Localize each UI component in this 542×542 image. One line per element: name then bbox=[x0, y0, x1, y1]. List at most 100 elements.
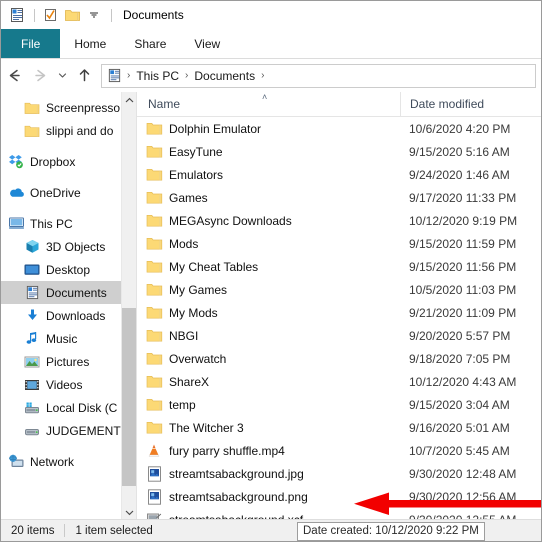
sidebar-item-this-pc[interactable]: This PC bbox=[1, 212, 136, 235]
table-row[interactable]: Mods 9/15/2020 11:59 PM bbox=[137, 232, 541, 255]
tab-share[interactable]: Share bbox=[120, 29, 180, 58]
table-row[interactable]: streamtsabackground.jpg 9/30/2020 12:48 A… bbox=[137, 462, 541, 485]
table-row[interactable]: temp 9/15/2020 3:04 AM bbox=[137, 393, 541, 416]
file-name-label: Mods bbox=[169, 236, 199, 251]
tab-home[interactable]: Home bbox=[60, 29, 120, 58]
sidebar-item-onedrive[interactable]: OneDrive bbox=[1, 181, 136, 204]
customize-chevron-icon[interactable] bbox=[84, 5, 104, 25]
up-arrow-icon[interactable] bbox=[71, 63, 97, 89]
file-name-label: Games bbox=[169, 190, 208, 205]
sidebar-item-desktop[interactable]: Desktop bbox=[1, 258, 136, 281]
column-header-date-modified[interactable]: Date modified bbox=[400, 92, 541, 117]
file-date-cell: 10/6/2020 4:20 PM bbox=[409, 121, 511, 136]
videos-icon bbox=[23, 377, 41, 393]
file-rows: Dolphin Emulator 10/6/2020 4:20 PM EasyTun… bbox=[137, 117, 541, 520]
sort-ascending-icon: ˄ bbox=[262, 92, 268, 102]
file-name-cell: streamtsabackground.png bbox=[137, 488, 400, 505]
table-row[interactable]: NBGI 9/20/2020 5:57 PM bbox=[137, 324, 541, 347]
sidebar-item-3d-objects[interactable]: 3D Objects bbox=[1, 235, 136, 258]
recent-locations-chevron-icon[interactable] bbox=[53, 63, 71, 89]
column-header-name-label: Name bbox=[148, 97, 181, 111]
sidebar-item-judgement[interactable]: JUDGEMENT bbox=[1, 419, 136, 442]
breadcrumb-separator-1[interactable]: › bbox=[182, 70, 191, 81]
file-date-cell: 9/15/2020 3:04 AM bbox=[409, 397, 510, 412]
table-row[interactable]: EasyTune 9/15/2020 5:16 AM bbox=[137, 140, 541, 163]
table-row[interactable]: My Cheat Tables 9/15/2020 11:56 PM bbox=[137, 255, 541, 278]
folder-icon bbox=[23, 100, 41, 116]
table-row[interactable]: fury parry shuffle.mp4 10/7/2020 5:45 AM bbox=[137, 439, 541, 462]
table-row[interactable]: Games 9/17/2020 11:33 PM bbox=[137, 186, 541, 209]
folder-icon bbox=[144, 281, 164, 298]
folder-icon bbox=[144, 166, 164, 183]
documents-icon[interactable] bbox=[7, 5, 27, 25]
file-name-cell: Emulators bbox=[137, 166, 400, 183]
file-date-cell: 9/15/2020 11:56 PM bbox=[409, 259, 517, 274]
breadcrumb-documents[interactable]: Documents bbox=[191, 69, 258, 83]
network-icon bbox=[7, 454, 25, 470]
downloads-icon bbox=[23, 308, 41, 324]
sidebar-item-network[interactable]: Network bbox=[1, 450, 136, 473]
sidebar-item-dropbox[interactable]: Dropbox bbox=[1, 150, 136, 173]
sidebar-label: Dropbox bbox=[30, 154, 76, 169]
folder-icon bbox=[144, 350, 164, 367]
table-row[interactable]: The Witcher 3 9/16/2020 5:01 AM bbox=[137, 416, 541, 439]
column-header-name[interactable]: Name ˄ bbox=[137, 92, 400, 117]
properties-icon[interactable] bbox=[40, 5, 60, 25]
breadcrumb-separator-0[interactable]: › bbox=[124, 70, 133, 81]
table-row[interactable]: Dolphin Emulator 10/6/2020 4:20 PM bbox=[137, 117, 541, 140]
file-name-cell: Mods bbox=[137, 235, 400, 252]
sidebar-label: Music bbox=[46, 331, 78, 346]
breadcrumb-separator-2[interactable]: › bbox=[258, 70, 267, 81]
file-name-cell: Games bbox=[137, 189, 400, 206]
pictures-icon bbox=[23, 354, 41, 370]
table-row[interactable]: Emulators 9/24/2020 1:46 AM bbox=[137, 163, 541, 186]
toolbar-divider-2 bbox=[111, 8, 112, 22]
table-row[interactable]: MEGAsync Downloads 10/12/2020 9:19 PM bbox=[137, 209, 541, 232]
sidebar-item-videos[interactable]: Videos bbox=[1, 373, 136, 396]
title-bar: Documents bbox=[1, 1, 541, 29]
scrollbar-thumb[interactable] bbox=[122, 308, 136, 486]
address-documents-icon bbox=[107, 68, 122, 83]
scroll-down-arrow-icon[interactable] bbox=[122, 504, 136, 520]
sidebar-item-slippi-and-do[interactable]: slippi and do bbox=[1, 119, 136, 142]
new-folder-icon[interactable] bbox=[62, 5, 82, 25]
file-date-cell: 9/30/2020 12:48 AM bbox=[409, 466, 517, 481]
column-header-date-label: Date modified bbox=[410, 97, 485, 111]
file-name-label: My Mods bbox=[169, 305, 218, 320]
sidebar-item-downloads[interactable]: Downloads bbox=[1, 304, 136, 327]
back-arrow-icon[interactable] bbox=[1, 63, 27, 89]
tab-file[interactable]: File bbox=[1, 29, 61, 58]
table-row[interactable]: My Games 10/5/2020 11:03 PM bbox=[137, 278, 541, 301]
breadcrumb-this-pc[interactable]: This PC bbox=[133, 69, 182, 83]
documents-icon bbox=[23, 285, 41, 301]
forward-arrow-icon[interactable] bbox=[27, 63, 53, 89]
table-row[interactable]: streamtsabackground.png 9/30/2020 12:56 A… bbox=[137, 485, 541, 508]
sidebar-label: JUDGEMENT bbox=[46, 423, 121, 438]
sidebar-label: Pictures bbox=[46, 354, 90, 369]
file-date-cell: 9/15/2020 11:59 PM bbox=[409, 236, 517, 251]
ribbon-tabs: File Home Share View bbox=[1, 29, 541, 59]
vlc-video-icon bbox=[144, 442, 164, 459]
file-date-cell: 10/12/2020 4:43 AM bbox=[409, 374, 517, 389]
date-created-tooltip: Date created: 10/12/2020 9:22 PM bbox=[297, 522, 485, 541]
sidebar-item-local-disk[interactable]: Local Disk (C bbox=[1, 396, 136, 419]
sidebar-item-music[interactable]: Music bbox=[1, 327, 136, 350]
sidebar-scrollbar[interactable] bbox=[121, 92, 136, 520]
sidebar-item-screenpresso[interactable]: Screenpresso bbox=[1, 96, 136, 119]
file-name-cell: My Mods bbox=[137, 304, 400, 321]
tab-view[interactable]: View bbox=[180, 29, 234, 58]
table-row[interactable]: Overwatch 9/18/2020 7:05 PM bbox=[137, 347, 541, 370]
navigation-pane: Screenpresso slippi and do Dropbox OneDr… bbox=[1, 92, 137, 520]
sidebar-item-pictures[interactable]: Pictures bbox=[1, 350, 136, 373]
sidebar-item-documents[interactable]: Documents bbox=[1, 281, 136, 304]
3d-objects-icon bbox=[23, 239, 41, 255]
file-name-cell: ShareX bbox=[137, 373, 400, 390]
table-row[interactable]: ShareX 10/12/2020 4:43 AM bbox=[137, 370, 541, 393]
table-row[interactable]: My Mods 9/21/2020 11:09 PM bbox=[137, 301, 541, 324]
this-pc-icon bbox=[7, 216, 25, 232]
sidebar-label: 3D Objects bbox=[46, 239, 106, 254]
address-bar[interactable]: › This PC › Documents › bbox=[101, 63, 536, 88]
scroll-up-arrow-icon[interactable] bbox=[122, 92, 136, 108]
